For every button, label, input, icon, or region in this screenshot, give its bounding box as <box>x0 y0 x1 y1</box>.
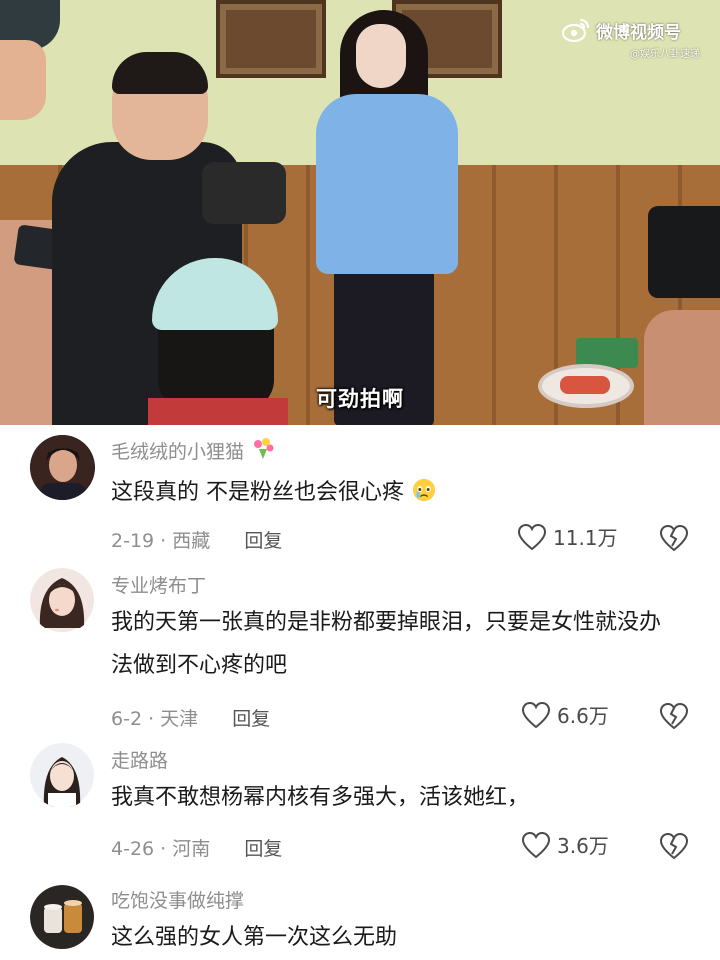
like-button[interactable]: 11.1万 <box>517 522 618 551</box>
comment-username[interactable]: 走路路 <box>111 746 168 773</box>
comment-username[interactable]: 吃饱没事做纯撑 <box>111 886 244 913</box>
avatar[interactable] <box>30 435 95 500</box>
comment-username[interactable]: 专业烤布丁 <box>111 571 206 598</box>
heart-icon <box>521 831 551 858</box>
woman-in-blue-sweater <box>312 4 462 425</box>
video-subtitle: 可劲拍啊 <box>316 387 404 411</box>
avatar[interactable] <box>30 885 95 950</box>
comment-username[interactable]: 毛绒绒的小狸猫 <box>111 437 276 464</box>
broken-heart-icon[interactable] <box>658 831 690 861</box>
comment-date: 6-2 <box>111 708 143 730</box>
weibo-watermark: 微博视频号 @娱乐八卦速递 <box>562 16 712 60</box>
comment-text: 这段真的 不是粉丝也会很心疼 <box>111 471 681 514</box>
comment-text: 这么强的女人第一次这么无助 <box>111 925 398 950</box>
watermark-brand: 微博视频号 <box>596 22 681 43</box>
comment-location: 西藏 <box>172 530 211 552</box>
like-count: 6.6万 <box>557 704 609 728</box>
like-count: 3.6万 <box>557 834 609 858</box>
comment-location: 天津 <box>160 708 199 730</box>
comment-meta: 2-19 · 西藏 回复 <box>111 530 283 552</box>
comment-text: 我真不敢想杨幂内核有多强大，活该她红， <box>111 785 530 810</box>
like-count: 11.1万 <box>553 526 618 550</box>
comment-location: 河南 <box>172 838 211 860</box>
like-button[interactable]: 3.6万 <box>521 830 609 859</box>
video-camera <box>648 206 720 298</box>
watermark-handle: @娱乐八卦速递 <box>630 49 700 60</box>
weibo-logo-icon <box>562 18 590 43</box>
broken-heart-icon[interactable] <box>658 701 690 731</box>
broken-heart-icon[interactable] <box>658 523 690 553</box>
comment-date: 2-19 <box>111 530 155 552</box>
reply-button[interactable]: 回复 <box>244 530 282 552</box>
reply-button[interactable]: 回复 <box>244 838 282 860</box>
comment-text: 我的天第一张真的是非粉都要掉眼泪，只要是女性就没办法做到不心疼的吧 <box>111 610 662 678</box>
reply-button[interactable]: 回复 <box>232 708 270 730</box>
camera <box>202 162 286 224</box>
comment-date: 4-26 <box>111 838 155 860</box>
bystander-left <box>0 0 90 425</box>
comment-meta: 4-26 · 河南 回复 <box>111 838 283 860</box>
video-frame[interactable]: 微博视频号 @娱乐八卦速递 可劲拍啊 <box>0 0 720 425</box>
avatar[interactable] <box>30 743 95 808</box>
bouquet-emoji-icon <box>254 438 274 459</box>
heart-icon <box>517 523 547 550</box>
comment-list[interactable]: 毛绒绒的小狸猫 这段真的 不是粉丝也会很心疼 2-19 · 西藏 回复 11.1… <box>0 425 720 960</box>
avatar[interactable] <box>30 568 95 633</box>
heart-icon <box>521 701 551 728</box>
like-button[interactable]: 6.6万 <box>521 700 609 729</box>
comment-meta: 6-2 · 天津 回复 <box>111 708 271 730</box>
teary-face-emoji-icon <box>412 478 436 502</box>
